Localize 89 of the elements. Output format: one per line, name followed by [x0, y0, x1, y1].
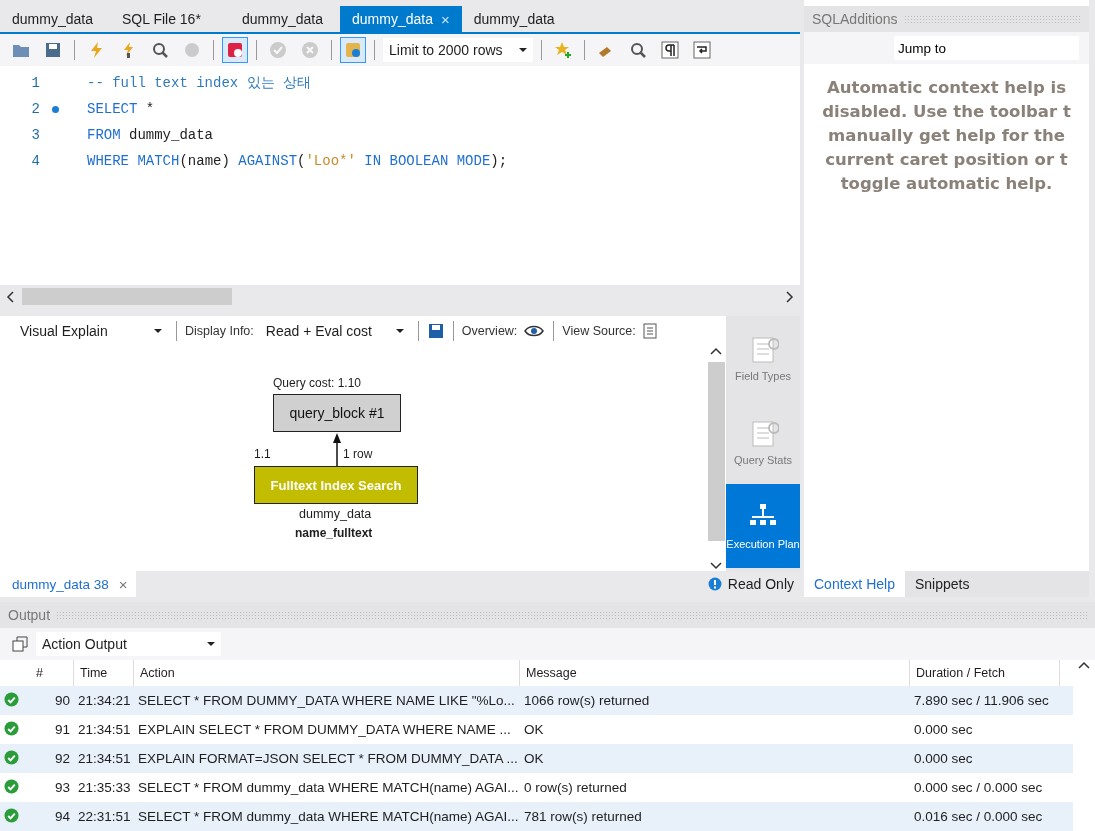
table-cell-text: 1066 row(s) returned — [523, 693, 651, 708]
save-icon — [426, 322, 445, 340]
cancel-icon — [301, 41, 319, 59]
table-cell-text: 21:34:51 — [77, 751, 132, 766]
side-rail-button[interactable]: Query Stats — [726, 400, 800, 484]
overview-label: Overview: — [461, 324, 518, 338]
scroll-up-icon — [1078, 660, 1090, 670]
table-cell-text: 91 — [53, 722, 71, 737]
table-cell-text: 781 row(s) returned — [523, 809, 643, 824]
pilcrow-icon — [661, 41, 679, 59]
copy-icon — [12, 636, 28, 652]
scroll-down-icon — [710, 561, 722, 571]
info-icon — [707, 577, 722, 591]
display-info-label: Display Info: — [185, 324, 254, 338]
success-icon — [4, 778, 19, 794]
table-cell-text: OK — [523, 751, 545, 766]
view-source-label: View Source: — [562, 324, 636, 338]
panel-title: SQLAdditions — [812, 11, 898, 27]
wrap-icon — [693, 41, 711, 59]
edge-rows-label: 1 row — [343, 447, 373, 461]
scroll-up-icon — [710, 346, 722, 356]
table-cell-text: 21:34:21 — [77, 693, 132, 708]
line-number: 3 — [30, 127, 41, 143]
table-cell-text: 0.016 sec / 0.000 sec — [913, 809, 1044, 824]
success-icon — [4, 807, 19, 823]
panel-title: Output — [8, 607, 51, 623]
table-cell-text: EXPLAIN SELECT * FROM DUMMY_DATA WHERE NAME ... — [137, 722, 512, 737]
close-icon[interactable]: × — [440, 10, 450, 28]
check-icon — [269, 41, 287, 59]
save-icon — [44, 41, 62, 59]
view-dropdown[interactable]: Visual Explain — [14, 319, 168, 343]
table-cell-text: 93 — [53, 780, 71, 795]
table-cell-text: SELECT * FROM DUMMY_DATA WHERE NAME LIKE "%Lo... — [137, 693, 516, 708]
edge-cost-label: 1.1 — [254, 447, 271, 461]
scroll-left-icon — [6, 290, 16, 303]
table-cell-text: EXPLAIN FORMAT=JSON SELECT * FROM DUMMY_DATA ... — [137, 751, 519, 766]
table-cell-text: 7.890 sec / 11.906 sec — [913, 693, 1050, 708]
table-cell-text: OK — [523, 722, 545, 737]
scrollbar-thumb[interactable] — [22, 288, 232, 305]
line-number: 1 — [30, 75, 41, 91]
side-rail-button[interactable]: Execution Plan — [726, 484, 800, 568]
help-message: Automatic context help is disabled. Use the toolbar t manually get help for the current caret position or t toggle automatic help. — [821, 77, 1072, 195]
table-cell-text: 94 — [53, 809, 71, 824]
magnifier-icon — [151, 41, 169, 59]
table-cell-text: 92 — [53, 751, 71, 766]
table-name-label: dummy_data — [299, 507, 372, 521]
editor-tab[interactable]: dummy_data — [461, 6, 572, 32]
code-line: FROM dummy_data — [87, 127, 214, 143]
panel-tab[interactable]: Snippets — [904, 571, 980, 597]
close-icon[interactable]: × — [118, 575, 128, 593]
success-icon — [4, 691, 19, 707]
line-number: 4 — [30, 153, 41, 169]
editor-tab[interactable]: dummy_data × — [340, 6, 462, 32]
jump-to-field[interactable]: Jump to — [894, 36, 1079, 60]
find-icon — [629, 41, 647, 59]
table-cell-text: 0.000 sec / 0.000 sec — [913, 780, 1044, 795]
limit-rows-dropdown[interactable]: Limit to 2000 rows — [383, 38, 533, 62]
line-number: 2 — [30, 101, 41, 117]
table-cell-text: 0.000 sec — [913, 722, 974, 737]
result-tab[interactable]: dummy_data 38 × — [0, 571, 136, 597]
editor-tab[interactable]: dummy_data — [0, 6, 110, 32]
query-block-node[interactable]: query_block #1 — [273, 394, 401, 432]
document-icon — [641, 323, 658, 339]
panel-tab[interactable]: Context Help — [804, 571, 905, 597]
code-line: WHERE MATCH(name) AGAINST('Loo*' IN BOOLEAN MODE); — [87, 153, 508, 169]
display-info-dropdown[interactable]: Read + Eval cost — [259, 319, 410, 343]
query-cost-label: Query cost: 1.10 — [273, 376, 362, 390]
index-name-label: name_fulltext — [295, 526, 373, 540]
code-line: -- full text index 있는 상태 — [87, 74, 312, 92]
table-cell-text: 21:34:51 — [77, 722, 132, 737]
table-cell-text: 21:35:33 — [77, 780, 132, 795]
table-cell-text: SELECT * FROM dummy_data WHERE MATCH(name) AGAI... — [137, 780, 520, 795]
success-icon — [4, 749, 19, 765]
scroll-right-icon — [784, 290, 794, 303]
edge-arrow — [332, 433, 342, 466]
side-rail-button[interactable]: Field Types — [726, 316, 800, 400]
code-line: SELECT * — [87, 101, 155, 117]
read-only-label: Read Only — [727, 576, 794, 592]
table-cell-text: SELECT * FROM dummy_data WHERE MATCH(name) AGAI... — [137, 809, 520, 824]
table-cell-text: 90 — [53, 693, 71, 708]
success-icon — [4, 720, 19, 736]
output-view-dropdown[interactable]: Action Output — [36, 632, 221, 656]
table-cell-text: 0 row(s) returned — [523, 780, 628, 795]
table-cell-text: 0.000 sec — [913, 751, 974, 766]
editor-tab[interactable]: SQL File 16* — [110, 6, 230, 32]
editor-tab[interactable]: dummy_data — [230, 6, 340, 32]
star-plus-icon — [554, 41, 572, 59]
scrollbar-thumb[interactable] — [707, 362, 725, 541]
table-cell-text: 22:31:51 — [77, 809, 132, 824]
